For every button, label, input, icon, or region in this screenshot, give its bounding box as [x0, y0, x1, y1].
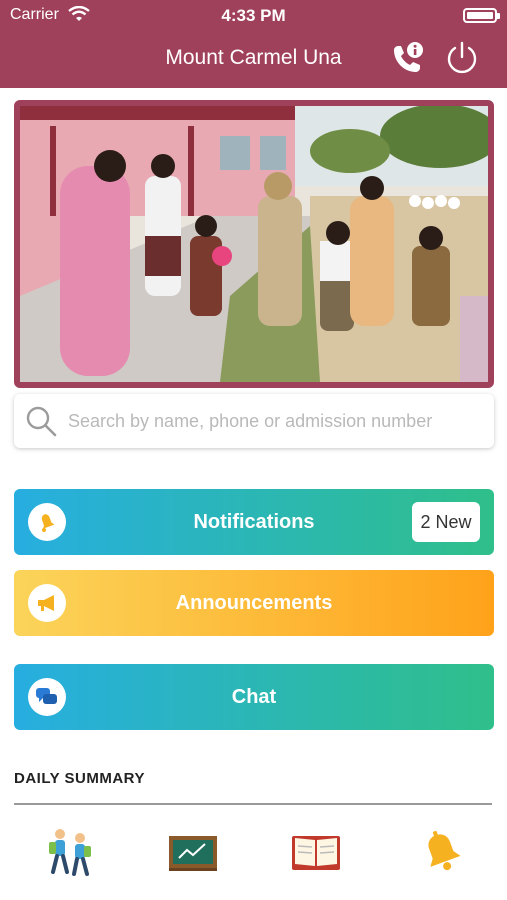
search-icon: [24, 404, 58, 438]
power-icon[interactable]: [444, 40, 480, 76]
divider: [14, 803, 492, 805]
bell-icon[interactable]: [416, 826, 468, 878]
chat-label: Chat: [231, 686, 277, 708]
announcements-button[interactable]: Announcements: [14, 570, 494, 636]
announcements-label: Announcements: [175, 592, 333, 614]
chat-button[interactable]: Chat: [14, 664, 494, 730]
chalkboard-icon[interactable]: [167, 826, 219, 878]
search-bar[interactable]: [14, 394, 494, 448]
daily-summary-title: DAILY SUMMARY: [14, 770, 145, 787]
banner-photo: [14, 100, 494, 388]
search-input[interactable]: [68, 394, 488, 448]
notifications-button[interactable]: Notifications 2 New: [14, 489, 494, 555]
phone-info-icon[interactable]: [388, 40, 426, 78]
page-title: Mount Carmel Una: [165, 46, 342, 69]
status-time: 4:33 PM: [221, 6, 286, 25]
battery-icon: [463, 8, 500, 23]
book-icon[interactable]: [290, 826, 342, 878]
app-header: Carrier 4:33 PM Mount Carmel Una: [0, 0, 507, 88]
students-walking-icon[interactable]: [44, 826, 96, 878]
status-bar: Carrier 4:33 PM: [0, 0, 507, 30]
notifications-badge: 2 New: [412, 502, 480, 542]
